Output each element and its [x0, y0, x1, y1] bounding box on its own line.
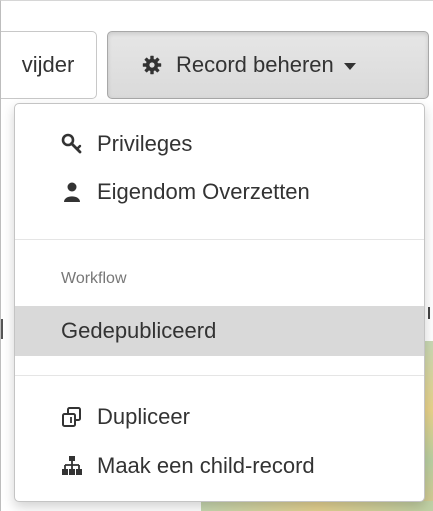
menu-section-header: Workflow [61, 270, 127, 287]
screen: vijder Record beheren Privileges Eigendo… [0, 0, 433, 511]
key-icon [61, 133, 83, 155]
record-dropdown-menu: Privileges Eigendom Overzetten Workflow … [14, 103, 425, 502]
record-manage-label: Record beheren [176, 52, 334, 77]
menu-item-create-child-record[interactable]: Maak een child-record [15, 444, 424, 488]
user-icon [61, 181, 83, 203]
remove-button[interactable]: vijder [1, 31, 97, 99]
menu-item-label: Eigendom Overzetten [97, 179, 310, 204]
remove-button-label: vijder [21, 52, 75, 77]
gear-icon [142, 55, 162, 75]
menu-divider [15, 239, 424, 240]
menu-item-label: Gedepubliceerd [61, 318, 217, 343]
copy-icon [61, 406, 83, 428]
menu-divider [15, 375, 424, 376]
background-map-strip [201, 501, 433, 511]
caret-down-icon [343, 62, 356, 70]
background-edge-mark-right [428, 307, 433, 319]
background-edge-mark [1, 319, 7, 339]
menu-item-unpublished[interactable]: Gedepubliceerd [15, 306, 424, 356]
sitemap-icon [61, 455, 83, 477]
menu-item-label: Dupliceer [97, 404, 190, 429]
menu-item-transfer-ownership[interactable]: Eigendom Overzetten [15, 170, 424, 214]
menu-item-duplicate[interactable]: Dupliceer [15, 395, 424, 439]
record-manage-button[interactable]: Record beheren [107, 31, 429, 99]
menu-item-label: Privileges [97, 131, 193, 156]
menu-item-label: Maak een child-record [97, 453, 315, 478]
menu-item-privileges[interactable]: Privileges [15, 122, 424, 166]
